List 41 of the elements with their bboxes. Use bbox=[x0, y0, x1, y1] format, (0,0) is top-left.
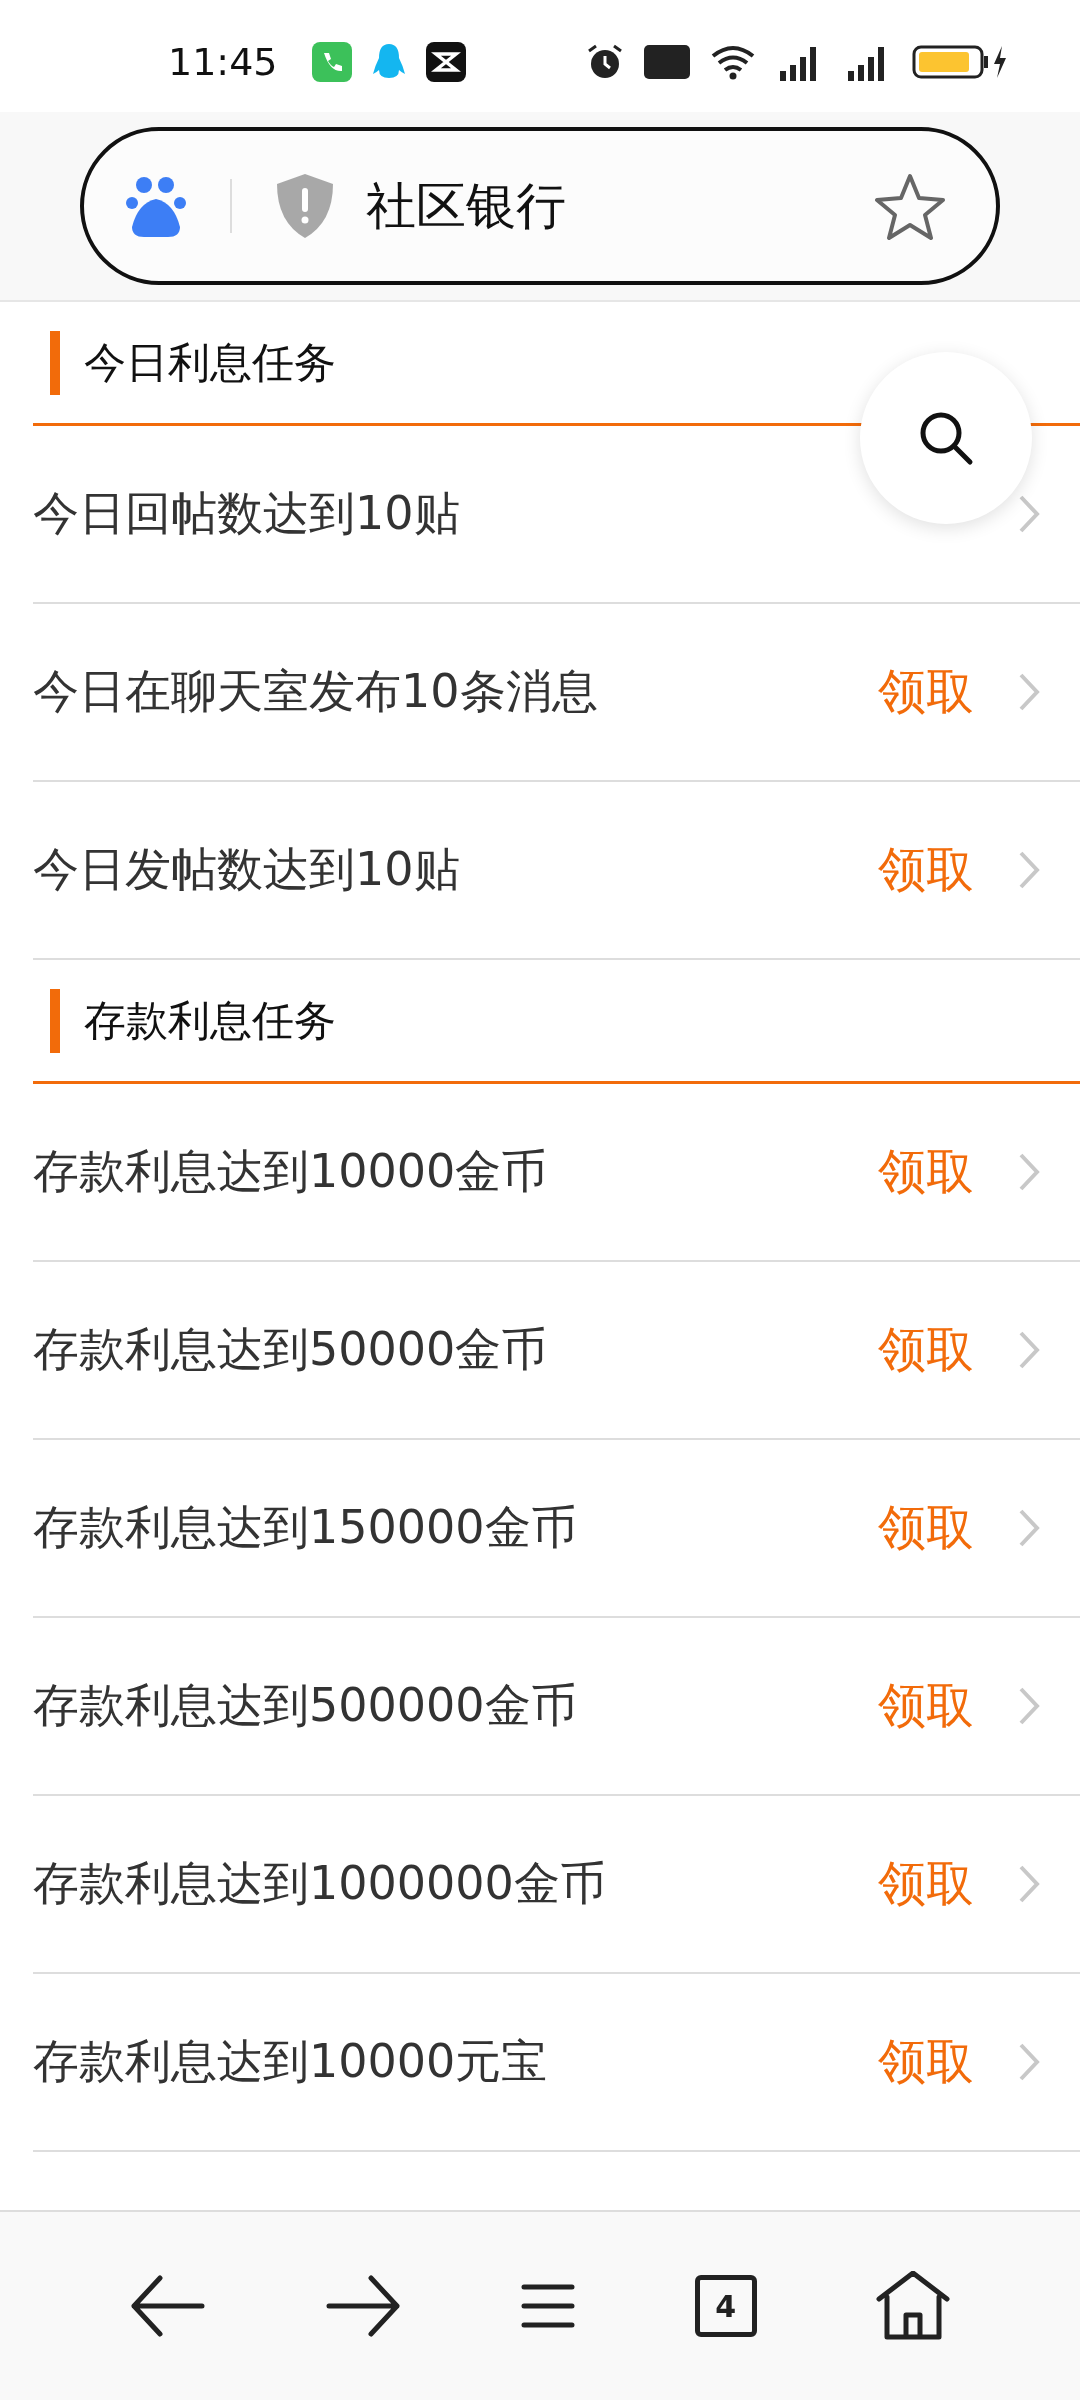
chevron-right-icon bbox=[1018, 1864, 1040, 1904]
section-header: 存款利息任务 bbox=[33, 960, 1080, 1084]
status-time: 11:45 bbox=[168, 40, 278, 84]
paw-logo-icon bbox=[126, 175, 186, 237]
task-row[interactable]: 今日在聊天室发布10条消息 领取 bbox=[33, 604, 1080, 782]
task-label: 存款利息达到10000元宝 bbox=[33, 2033, 549, 2090]
shield-warning-icon bbox=[274, 172, 336, 240]
wifi-icon bbox=[710, 44, 756, 80]
tabs-button[interactable]: 4 bbox=[694, 2275, 757, 2337]
menu-icon[interactable] bbox=[521, 2283, 575, 2329]
task-label: 存款利息达到50000金币 bbox=[33, 1321, 549, 1378]
alarm-icon bbox=[586, 43, 624, 81]
task-label: 今日发帖数达到10贴 bbox=[33, 841, 461, 898]
task-label: 存款利息达到500000金币 bbox=[33, 1677, 578, 1734]
chevron-right-icon bbox=[1018, 494, 1040, 534]
chevron-right-icon bbox=[1018, 1508, 1040, 1548]
task-label: 今日在聊天室发布10条消息 bbox=[33, 663, 599, 720]
task-row[interactable]: 存款利息达到50000金币 领取 bbox=[33, 1262, 1080, 1440]
chevron-right-icon bbox=[1018, 850, 1040, 890]
chevron-right-icon bbox=[1018, 672, 1040, 712]
forward-arrow-icon[interactable] bbox=[325, 2275, 402, 2337]
task-row[interactable]: 存款利息达到10000金币 领取 bbox=[33, 1084, 1080, 1262]
address-bar[interactable]: 社区银行 bbox=[80, 127, 1000, 285]
home-icon[interactable] bbox=[876, 2271, 951, 2341]
page-title: 社区银行 bbox=[366, 175, 567, 237]
phone-app-icon bbox=[311, 42, 352, 82]
task-label: 存款利息达到150000金币 bbox=[33, 1499, 578, 1556]
task-label: 存款利息达到1000000金币 bbox=[33, 1855, 607, 1912]
task-row[interactable]: 存款利息达到10000元宝 领取 bbox=[33, 1974, 1080, 2152]
task-row[interactable]: 存款利息达到1000000金币 领取 bbox=[33, 1796, 1080, 1974]
task-label: 存款利息达到10000金币 bbox=[33, 1143, 549, 1200]
task-row[interactable]: 存款利息达到150000金币 领取 bbox=[33, 1440, 1080, 1618]
chevron-right-icon bbox=[1018, 1330, 1040, 1370]
task-label: 今日回帖数达到10贴 bbox=[33, 485, 461, 542]
task-row[interactable]: 今日发帖数达到10贴 领取 bbox=[33, 782, 1080, 960]
back-arrow-icon[interactable] bbox=[129, 2275, 206, 2337]
chevron-right-icon bbox=[1018, 1152, 1040, 1192]
star-icon[interactable] bbox=[874, 172, 946, 240]
task-row[interactable]: 存款利息达到500000金币 领取 bbox=[33, 1618, 1080, 1796]
chevron-right-icon bbox=[1018, 2042, 1040, 2082]
chevron-right-icon bbox=[1018, 1686, 1040, 1726]
